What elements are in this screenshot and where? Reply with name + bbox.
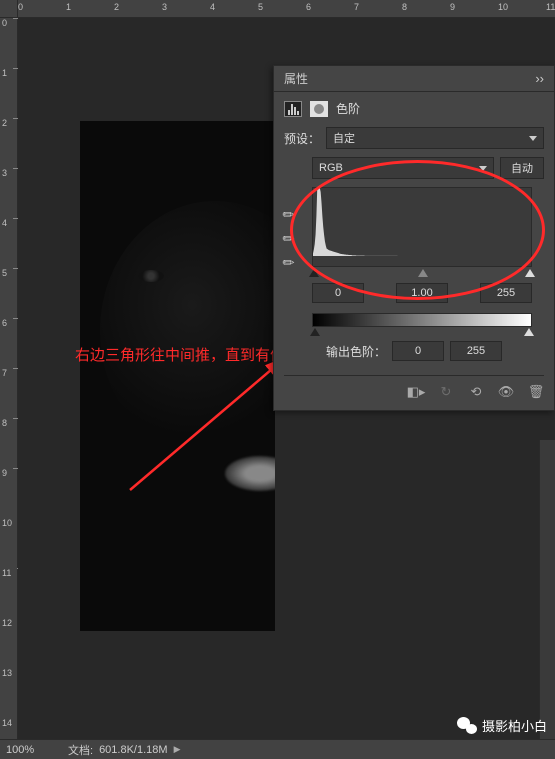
clip-to-layer-icon[interactable]: ◧▸ [408,384,424,400]
input-black-slider[interactable] [309,269,319,277]
chevron-right-icon: ▶ [174,744,181,755]
panel-collapse-icon[interactable]: ›› [535,71,544,86]
black-eyedropper-icon[interactable]: ✎ [279,202,302,225]
doc-info[interactable]: 文档:601.8K/1.18M ▶ [58,742,190,758]
input-white-field[interactable] [480,283,532,303]
input-gamma-slider[interactable] [418,269,428,277]
watermark: 摄影柏小白 [457,716,547,735]
input-white-slider[interactable] [525,269,535,277]
preset-label: 预设： [284,130,320,147]
output-black-field[interactable] [392,341,444,361]
status-bar: 100% 文档:601.8K/1.18M ▶ [0,739,555,759]
input-gamma-field[interactable] [396,283,448,303]
ruler-vertical[interactable]: 01234567891011121314 [0,18,18,739]
mask-icon[interactable] [310,101,328,117]
document-image[interactable] [80,121,275,631]
output-gradient [312,313,532,327]
adjustment-header: 色阶 [284,100,544,117]
visibility-icon[interactable]: 👁 [498,384,514,400]
levels-icon [284,101,302,117]
adjustment-label: 色阶 [336,100,360,117]
auto-button[interactable]: 自动 [500,157,544,179]
ruler-horizontal[interactable]: 01234567891011 [18,0,555,18]
panel-tab-bar: 属性 ›› [274,66,554,92]
properties-panel: 属性 ›› 色阶 预设： 自定 RGB 自动 [273,65,555,411]
input-black-field[interactable] [312,283,364,303]
wechat-icon [457,717,477,734]
output-label: 输出色阶： [326,343,386,360]
image-content [225,456,275,491]
delete-icon[interactable]: 🗑 [528,384,544,400]
watermark-text: 摄影柏小白 [482,716,547,735]
reset-icon[interactable]: ⟲ [468,384,484,400]
zoom-level[interactable]: 100% [0,744,58,756]
vertical-scrollbar[interactable] [539,440,555,739]
output-white-field[interactable] [450,341,502,361]
image-content [100,201,275,461]
input-slider-track [312,269,532,279]
panel-footer: ◧▸ ↻ ⟲ 👁 🗑 [284,375,544,400]
white-eyedropper-icon[interactable]: ✎ [279,250,302,273]
previous-state-icon[interactable]: ↻ [438,384,454,400]
image-content [138,270,164,282]
ruler-corner [0,0,18,18]
gray-eyedropper-icon[interactable]: ✎ [279,226,302,249]
panel-tab-label[interactable]: 属性 [284,70,308,87]
output-white-slider[interactable] [524,328,534,336]
preset-select[interactable]: 自定 [326,127,544,149]
histogram [312,187,532,267]
output-black-slider[interactable] [310,328,320,336]
channel-select[interactable]: RGB [312,157,494,179]
